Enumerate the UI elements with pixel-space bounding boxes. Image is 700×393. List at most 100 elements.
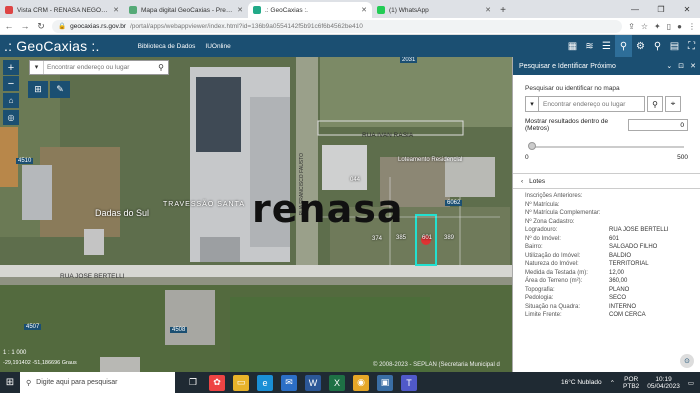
- panel-search-icon[interactable]: ⚲: [647, 96, 663, 112]
- close-panel-button[interactable]: ✕: [690, 62, 696, 70]
- attribute-key: Natureza do Imóvel:: [525, 261, 579, 267]
- attribute-value: RUA JOSE BERTELLI: [609, 227, 669, 233]
- extensions-icon[interactable]: ✦: [654, 22, 661, 31]
- browser-tab-1[interactable]: Vista CRM - RENASA NEGÓCIOS ✕: [0, 2, 124, 18]
- link-iuonline[interactable]: IUOnline: [205, 43, 230, 50]
- attribute-row: Pedologia: SECO: [525, 294, 688, 303]
- scale-bar: 1 : 1 000: [3, 350, 27, 356]
- notification-icon[interactable]: ▭: [688, 379, 694, 387]
- lot-number-label: 6062: [445, 200, 463, 206]
- back-chevron-icon[interactable]: ‹: [521, 178, 523, 185]
- weather-info[interactable]: 16°C Nublado: [561, 379, 602, 386]
- measure-icon[interactable]: ⊞: [28, 81, 48, 98]
- maximize-panel-button[interactable]: ⊡: [678, 62, 684, 70]
- menu-icon[interactable]: ⋮: [688, 22, 696, 31]
- map-view[interactable]: + − ⌂ ◎ ▾ ⚲ ⊞ ✎ RUA IVAN RASIA RUA JOSE …: [0, 57, 512, 372]
- window-controls: — ❐ ✕: [622, 0, 700, 18]
- attribute-value: 601: [609, 235, 620, 242]
- slider-track: [531, 146, 684, 148]
- attribute-key: Nº Zona Cadastro:: [525, 218, 575, 225]
- attribute-list: Inscrições Anteriores: Nº Matrícula: Nº Ma…: [513, 189, 700, 320]
- browser-tab-3[interactable]: .: GeoCaxias :. ✕: [248, 2, 372, 18]
- distance-slider[interactable]: [525, 142, 688, 152]
- renasa-watermark: renasa: [252, 187, 404, 231]
- zoom-in-button[interactable]: +: [3, 60, 19, 75]
- print-icon[interactable]: ▤: [666, 35, 683, 57]
- excel-icon[interactable]: X: [329, 374, 345, 391]
- search-source-dropdown[interactable]: ▾: [30, 61, 44, 74]
- lot-number-label: 4507: [24, 324, 42, 330]
- layers-icon[interactable]: ≋: [581, 35, 598, 57]
- taskbar-search[interactable]: ⚲ Digite aqui para pesquisar: [20, 372, 175, 393]
- language-indicator[interactable]: POR PTB2: [623, 376, 639, 390]
- sidebar-icon[interactable]: ▯: [667, 22, 671, 31]
- collapse-panel-button[interactable]: ⌄: [666, 62, 672, 70]
- clock[interactable]: 10:19 05/04/2023: [647, 376, 680, 390]
- area-label-travessao: TRAVESSÃO SANTA: [163, 201, 246, 208]
- link-biblioteca[interactable]: Biblioteca de Dados: [138, 43, 196, 50]
- tab-title: Vista CRM - RENASA NEGÓCIOS: [17, 6, 110, 14]
- basemap-gallery-icon[interactable]: ▦: [564, 35, 581, 57]
- legend-icon[interactable]: ☰: [598, 35, 615, 57]
- draw-pencil-icon[interactable]: ✎: [50, 81, 70, 98]
- app-header: .: GeoCaxias :. Biblioteca de Dados IUOn…: [0, 35, 700, 57]
- reload-icon[interactable]: ↻: [36, 21, 46, 32]
- tab-favicon-icon: [5, 6, 13, 14]
- browser-tab-2[interactable]: Mapa digital GeoCaxias - Prefeitu ✕: [124, 2, 248, 18]
- close-tab-icon[interactable]: ✕: [485, 6, 491, 14]
- panel-search-input[interactable]: [539, 96, 645, 112]
- close-tab-icon[interactable]: ✕: [361, 6, 367, 14]
- attribute-row: Nº Matrícula:: [525, 201, 688, 210]
- street-label-jose-bertelli: RUA JOSE BERTELLI: [60, 273, 125, 280]
- close-window-button[interactable]: ✕: [674, 0, 700, 18]
- minimize-button[interactable]: —: [622, 0, 648, 18]
- map-search-input[interactable]: [44, 64, 154, 71]
- share-icon[interactable]: ⇪: [628, 22, 635, 31]
- widget-icon[interactable]: ✿: [209, 374, 225, 391]
- attribute-value: BALDIO: [609, 252, 632, 259]
- store-icon[interactable]: ▣: [377, 374, 393, 391]
- forward-icon[interactable]: →: [20, 21, 30, 31]
- task-view-icon[interactable]: ❐: [185, 375, 201, 391]
- slider-thumb[interactable]: [528, 142, 536, 150]
- tab-title: (1) WhatsApp: [389, 6, 429, 14]
- back-icon[interactable]: ←: [4, 21, 14, 31]
- profile-icon[interactable]: ●: [677, 22, 682, 31]
- close-tab-icon[interactable]: ✕: [113, 6, 119, 14]
- url-field[interactable]: 🔒 geocaxias.rs.gov.br/portal/apps/webapp…: [52, 19, 623, 33]
- close-tab-icon[interactable]: ✕: [237, 6, 243, 14]
- panel-search-source-dropdown[interactable]: ▾: [525, 96, 539, 112]
- file-explorer-icon[interactable]: ▭: [233, 374, 249, 391]
- home-icon[interactable]: ⌂: [3, 93, 19, 108]
- new-tab-button[interactable]: +: [496, 2, 510, 18]
- chrome-icon[interactable]: ◉: [353, 374, 369, 391]
- attribute-row: Nº do Imóvel: 601: [525, 235, 688, 244]
- maximize-button[interactable]: ❐: [648, 0, 674, 18]
- search-tool-icon[interactable]: ⚲: [649, 35, 666, 57]
- settings-icon[interactable]: ⚙: [632, 35, 649, 57]
- lang-layout: PTB2: [623, 382, 640, 390]
- tray-chevron-icon[interactable]: ⌃: [610, 379, 615, 387]
- pin-location-icon[interactable]: ⌖: [665, 96, 681, 112]
- teams-icon[interactable]: T: [401, 374, 417, 391]
- street-label-ivan-rasia: RUA IVAN RASIA: [362, 132, 414, 139]
- windows-start-icon[interactable]: ⊞: [0, 377, 20, 388]
- zoom-out-button[interactable]: −: [3, 76, 19, 91]
- identify-icon[interactable]: ⚲: [615, 35, 632, 57]
- edge-icon[interactable]: e: [257, 374, 273, 391]
- distance-input[interactable]: [628, 119, 688, 131]
- star-icon[interactable]: ☆: [641, 22, 648, 31]
- mail-icon[interactable]: ✉: [281, 374, 297, 391]
- fullscreen-icon[interactable]: ⛶: [683, 35, 700, 57]
- attribute-key: Logradouro:: [525, 227, 558, 233]
- map-left-tools: ⌂ ◎: [3, 93, 19, 125]
- locate-icon[interactable]: ◎: [3, 110, 19, 125]
- results-header[interactable]: ‹ Lotes: [513, 173, 700, 189]
- panel-search-section: Pesquisar ou identificar no mapa ▾ ⚲ ⌖ M…: [513, 75, 700, 165]
- zoom-to-feature-icon[interactable]: ⊙: [680, 354, 694, 368]
- word-icon[interactable]: W: [305, 374, 321, 391]
- browser-tab-4[interactable]: (1) WhatsApp ✕: [372, 2, 496, 18]
- attribute-key: Limite Frente:: [525, 312, 562, 318]
- search-icon[interactable]: ⚲: [154, 63, 168, 72]
- attribute-row: Situação na Quadra: INTERNO: [525, 303, 688, 312]
